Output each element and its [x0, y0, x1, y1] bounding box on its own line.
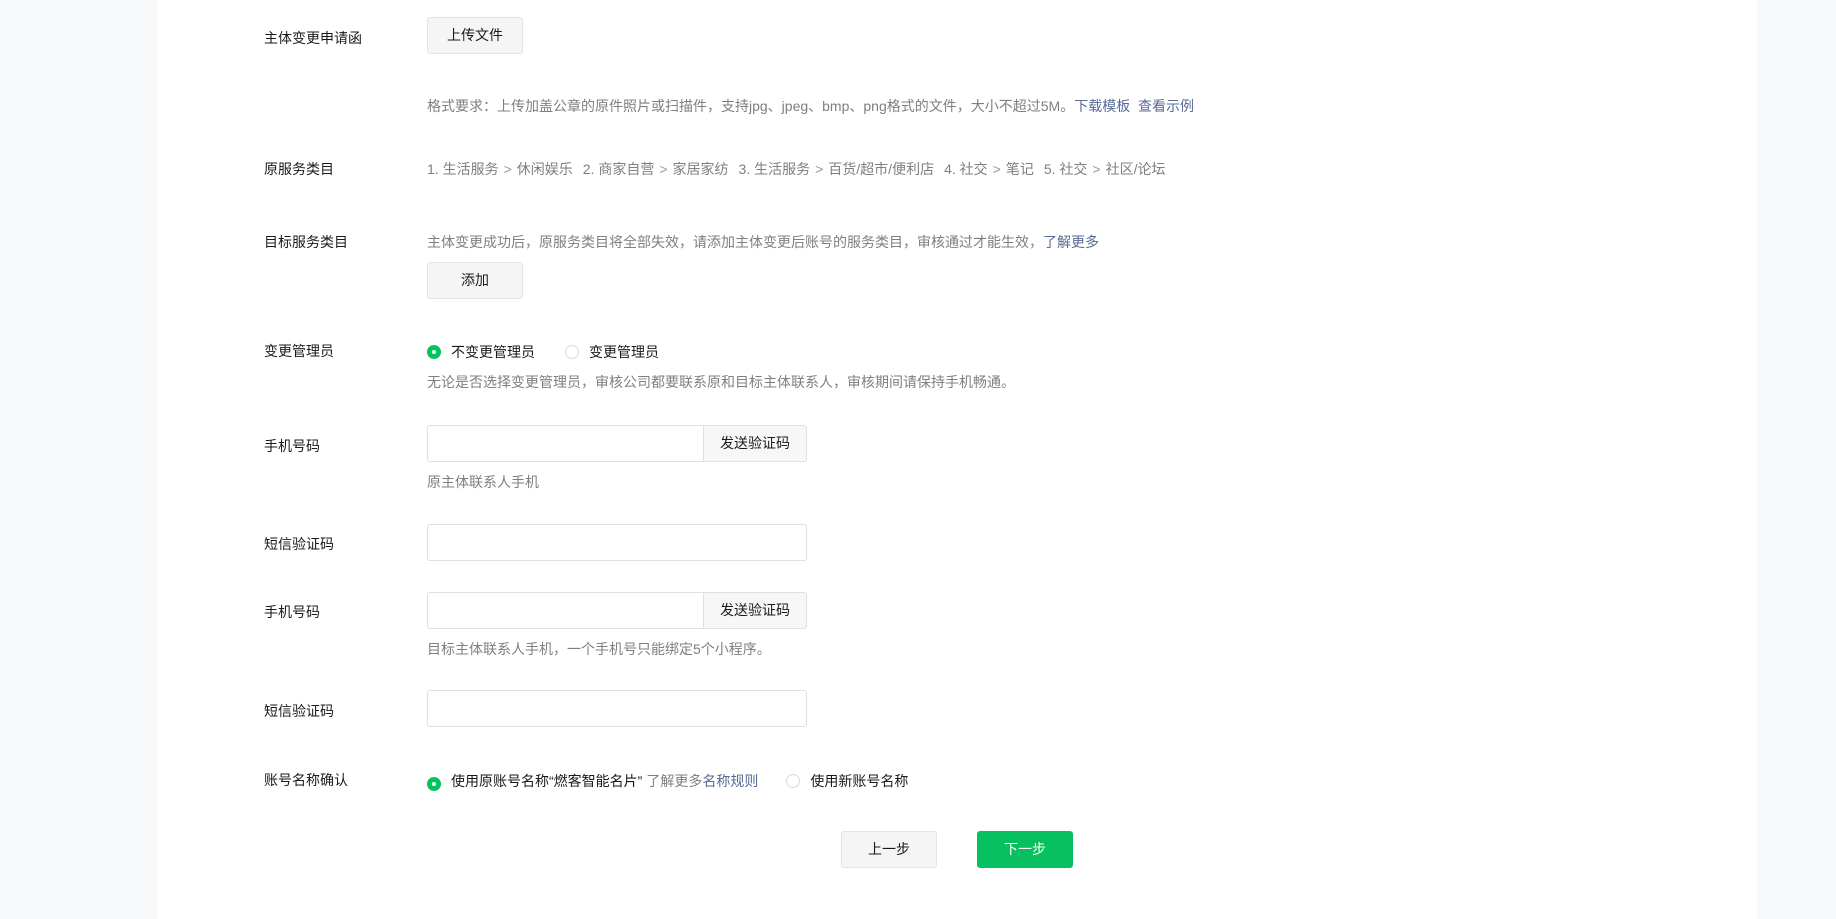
- original-category-index: 1.: [427, 161, 439, 177]
- original-category-segment: 休闲娱乐: [516, 161, 573, 177]
- original-categories-label: 原服务类目: [264, 161, 334, 177]
- change-admin-label: 变更管理员: [264, 343, 334, 359]
- phone-original-input[interactable]: [427, 425, 704, 462]
- phone-original-combo: 发送验证码: [427, 425, 807, 462]
- chevron-right-icon: >: [992, 161, 1001, 177]
- original-category-index: 5.: [1043, 161, 1056, 177]
- radio-unchecked-icon[interactable]: [565, 345, 579, 359]
- prev-step-button[interactable]: 上一步: [841, 831, 937, 868]
- phone-target-input[interactable]: [427, 592, 704, 629]
- download-template-link[interactable]: 下载模板: [1074, 98, 1130, 114]
- original-category-index: 4.: [944, 161, 956, 177]
- target-categories-hint: 主体变更成功后，原服务类目将全部失效，请添加主体变更后账号的服务类目，审核通过才…: [427, 234, 1043, 250]
- original-category-index: 3.: [738, 161, 751, 177]
- chevron-right-icon: >: [1092, 161, 1101, 177]
- original-category-segment: 百货/超市/便利店: [828, 161, 935, 177]
- upload-file-button[interactable]: 上传文件: [427, 17, 523, 54]
- change-admin-hint: 无论是否选择变更管理员，审核公司都要联系原和目标主体联系人，审核期间请保持手机畅…: [427, 374, 1015, 390]
- form-panel: 主体变更申请函 上传文件 格式要求：上传加盖公章的原件照片或扫描件，支持jpg、…: [157, 0, 1757, 919]
- no-change-admin-option[interactable]: 不变更管理员: [427, 342, 535, 362]
- use-new-name-label: 使用新账号名称: [810, 773, 909, 789]
- chevron-right-icon: >: [815, 161, 824, 177]
- phone-target-label: 手机号码: [264, 604, 320, 620]
- chevron-right-icon: >: [503, 161, 512, 177]
- radio-checked-icon[interactable]: [427, 777, 441, 791]
- change-admin-option[interactable]: 变更管理员: [565, 342, 659, 362]
- account-name-label: 账号名称确认: [264, 772, 348, 788]
- original-category-item: 2. 商家自营 > 家居家纺: [583, 161, 729, 177]
- account-learn-more-prefix: 了解更多: [646, 773, 703, 789]
- view-example-link[interactable]: 查看示例: [1138, 98, 1194, 114]
- upload-hint-line: 格式要求：上传加盖公章的原件照片或扫描件，支持jpg、jpeg、bmp、png格…: [427, 96, 1194, 116]
- upload-label: 主体变更申请函: [264, 30, 362, 46]
- original-category-segment: 笔记: [1005, 161, 1034, 177]
- use-original-name-option[interactable]: 使用原账号名称“燃客智能名片” 了解更多 名称规则: [427, 771, 758, 791]
- send-code-original-button[interactable]: 发送验证码: [704, 425, 807, 462]
- upload-hint: 格式要求：上传加盖公章的原件照片或扫描件，支持jpg、jpeg、bmp、png格…: [427, 98, 1075, 114]
- send-code-target-button[interactable]: 发送验证码: [704, 592, 807, 629]
- original-category-item: 1. 生活服务 > 休闲娱乐: [427, 161, 573, 177]
- original-category-segment: 社交: [1059, 161, 1088, 177]
- phone-original-label: 手机号码: [264, 438, 320, 454]
- phone-original-hint: 原主体联系人手机: [427, 474, 539, 490]
- change-admin-radio-group: 不变更管理员 变更管理员: [427, 342, 689, 362]
- original-category-item: 4. 社交 > 笔记: [944, 161, 1034, 177]
- name-rules-link[interactable]: 名称规则: [702, 771, 758, 791]
- original-category-segment: 生活服务: [442, 161, 499, 177]
- use-new-name-option[interactable]: 使用新账号名称: [786, 771, 908, 791]
- sms-original-label: 短信验证码: [264, 536, 334, 552]
- original-category-item: 3. 生活服务 > 百货/超市/便利店: [739, 161, 935, 177]
- add-category-button[interactable]: 添加: [427, 262, 523, 299]
- target-categories-label: 目标服务类目: [264, 234, 348, 250]
- radio-checked-icon[interactable]: [427, 345, 441, 359]
- phone-target-combo: 发送验证码: [427, 592, 807, 629]
- target-categories-hint-line: 主体变更成功后，原服务类目将全部失效，请添加主体变更后账号的服务类目，审核通过才…: [427, 232, 1099, 252]
- original-category-segment: 生活服务: [754, 161, 811, 177]
- original-category-segment: 社交: [959, 161, 988, 177]
- original-categories-list: 1. 生活服务 > 休闲娱乐 2. 商家自营 > 家居家纺 3. 生活服务 > 百货/超市/便利…: [427, 159, 1176, 179]
- original-category-segment: 家居家纺: [672, 161, 729, 177]
- original-category-segment: 商家自营: [598, 161, 655, 177]
- sms-target-label: 短信验证码: [264, 703, 334, 719]
- target-learn-more-link[interactable]: 了解更多: [1043, 234, 1099, 250]
- original-category-index: 2.: [582, 161, 595, 177]
- phone-target-hint: 目标主体联系人手机，一个手机号只能绑定5个小程序。: [427, 641, 771, 657]
- chevron-right-icon: >: [659, 161, 668, 177]
- change-admin-option-label: 变更管理员: [589, 344, 659, 360]
- original-category-item: 5. 社交 > 社区/论坛: [1044, 161, 1166, 177]
- next-step-button[interactable]: 下一步: [977, 831, 1073, 868]
- no-change-admin-label: 不变更管理员: [451, 344, 535, 360]
- sms-target-input[interactable]: [427, 690, 807, 727]
- use-original-name-label: 使用原账号名称“燃客智能名片”: [451, 773, 643, 789]
- sms-original-input[interactable]: [427, 524, 807, 561]
- account-name-radio-group: 使用原账号名称“燃客智能名片” 了解更多 名称规则 使用新账号名称: [427, 771, 938, 791]
- radio-unchecked-icon[interactable]: [786, 774, 801, 788]
- original-category-segment: 社区/论坛: [1105, 161, 1166, 177]
